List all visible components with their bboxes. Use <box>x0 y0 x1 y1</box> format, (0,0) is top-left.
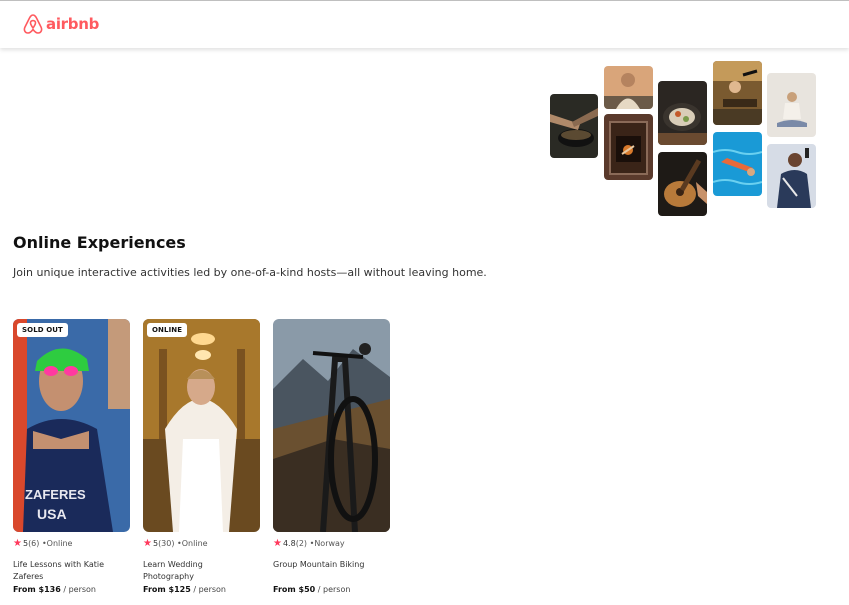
card-image[interactable] <box>273 319 390 532</box>
hero-photo-collage <box>0 0 849 230</box>
card-title[interactable]: Group Mountain Biking <box>273 559 373 571</box>
star-icon: ★ <box>13 538 22 549</box>
fireplace-photo-icon <box>604 114 653 180</box>
singer-photo-icon <box>767 144 816 208</box>
guitar-photo-icon <box>658 152 707 216</box>
card-image[interactable]: ZAFERES USA SOLD OUT <box>13 319 130 532</box>
card-rating: ★ 5 (30) •Online <box>143 538 208 549</box>
card-rating: ★ 5 (6) •Online <box>13 538 73 549</box>
experience-card[interactable]: ★ 4.8 (2) •Norway Group Mountain Biking F… <box>273 319 390 594</box>
yoga-photo-icon <box>767 73 816 137</box>
card-rating: ★ 4.8 (2) •Norway <box>273 538 345 549</box>
cooking-photo-icon <box>550 94 598 158</box>
card-title[interactable]: Learn Wedding Photography <box>143 559 243 583</box>
bowl-food-photo-icon <box>658 81 707 145</box>
portrait-photo-icon <box>604 66 653 109</box>
section-subtitle: Join unique interactive activities led b… <box>13 266 487 279</box>
experience-card[interactable]: ZAFERES USA SOLD OUT ★ 5 (6) •Online Life… <box>13 319 130 594</box>
star-icon: ★ <box>273 538 282 549</box>
status-badge: SOLD OUT <box>17 323 68 337</box>
svg-text:ZAFERES: ZAFERES <box>25 487 86 502</box>
card-image[interactable]: ONLINE <box>143 319 260 532</box>
svg-text:USA: USA <box>37 506 67 522</box>
section-title: Online Experiences <box>13 233 186 252</box>
swimmer-photo-icon <box>713 132 762 196</box>
card-price: From $125 / person <box>143 585 226 594</box>
status-badge: ONLINE <box>147 323 188 337</box>
card-title[interactable]: Life Lessons with Katie Zaferes <box>13 559 113 583</box>
star-icon: ★ <box>143 538 152 549</box>
card-price: From $136 / person <box>13 585 96 594</box>
performer-photo-icon <box>713 61 762 125</box>
experience-card[interactable]: ONLINE ★ 5 (30) •Online Learn Wedding Pho… <box>143 319 260 594</box>
card-price: From $50 / person <box>273 585 351 594</box>
